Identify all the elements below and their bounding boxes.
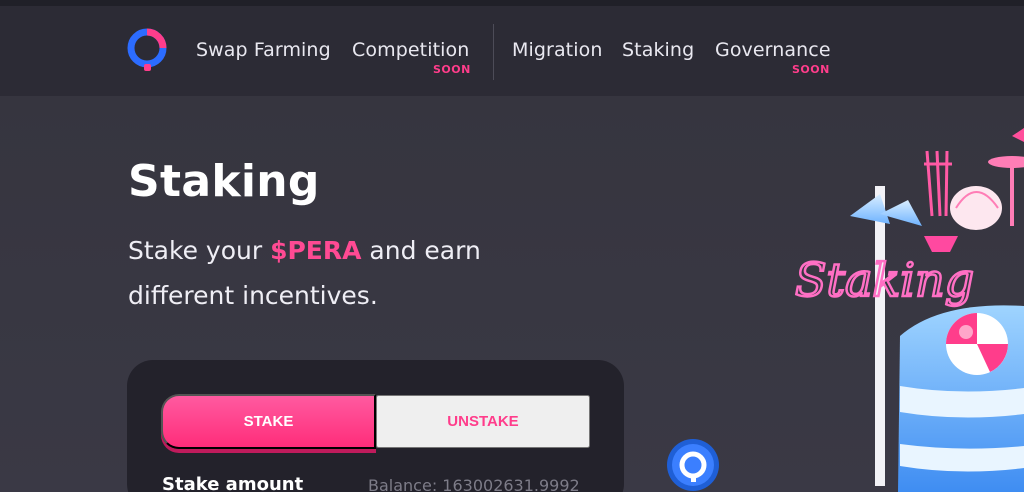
stake-amount-label: Stake amount [162,474,304,492]
nav-governance[interactable]: Governance [715,39,831,61]
neon-sign-text: Staking [795,253,974,307]
nav-staking[interactable]: Staking [622,39,694,61]
subtitle-prefix: Stake your [128,236,271,265]
page-title: Staking [128,156,320,207]
competition-soon-badge: SOON [433,63,471,76]
balance-readout: Balance: 163002631.9992 [368,476,580,492]
page-subtitle: Stake your $PERA and earn different ince… [128,228,548,318]
nav-swap-farming[interactable]: Swap Farming [196,39,331,61]
top-navigation: Swap Farming Competition SOON Migration … [0,6,1024,96]
governance-soon-badge: SOON [792,63,830,76]
pera-logo-icon[interactable] [127,27,169,73]
tab-stake[interactable]: STAKE [161,394,376,449]
nav-competition[interactable]: Competition [352,39,469,61]
nav-divider [493,24,494,80]
staking-illustration: Staking [640,96,1024,492]
token-name: $PERA [270,236,362,265]
tab-unstake[interactable]: UNSTAKE [376,395,590,448]
pera-coin-icon [666,438,720,492]
nav-migration[interactable]: Migration [512,39,602,61]
